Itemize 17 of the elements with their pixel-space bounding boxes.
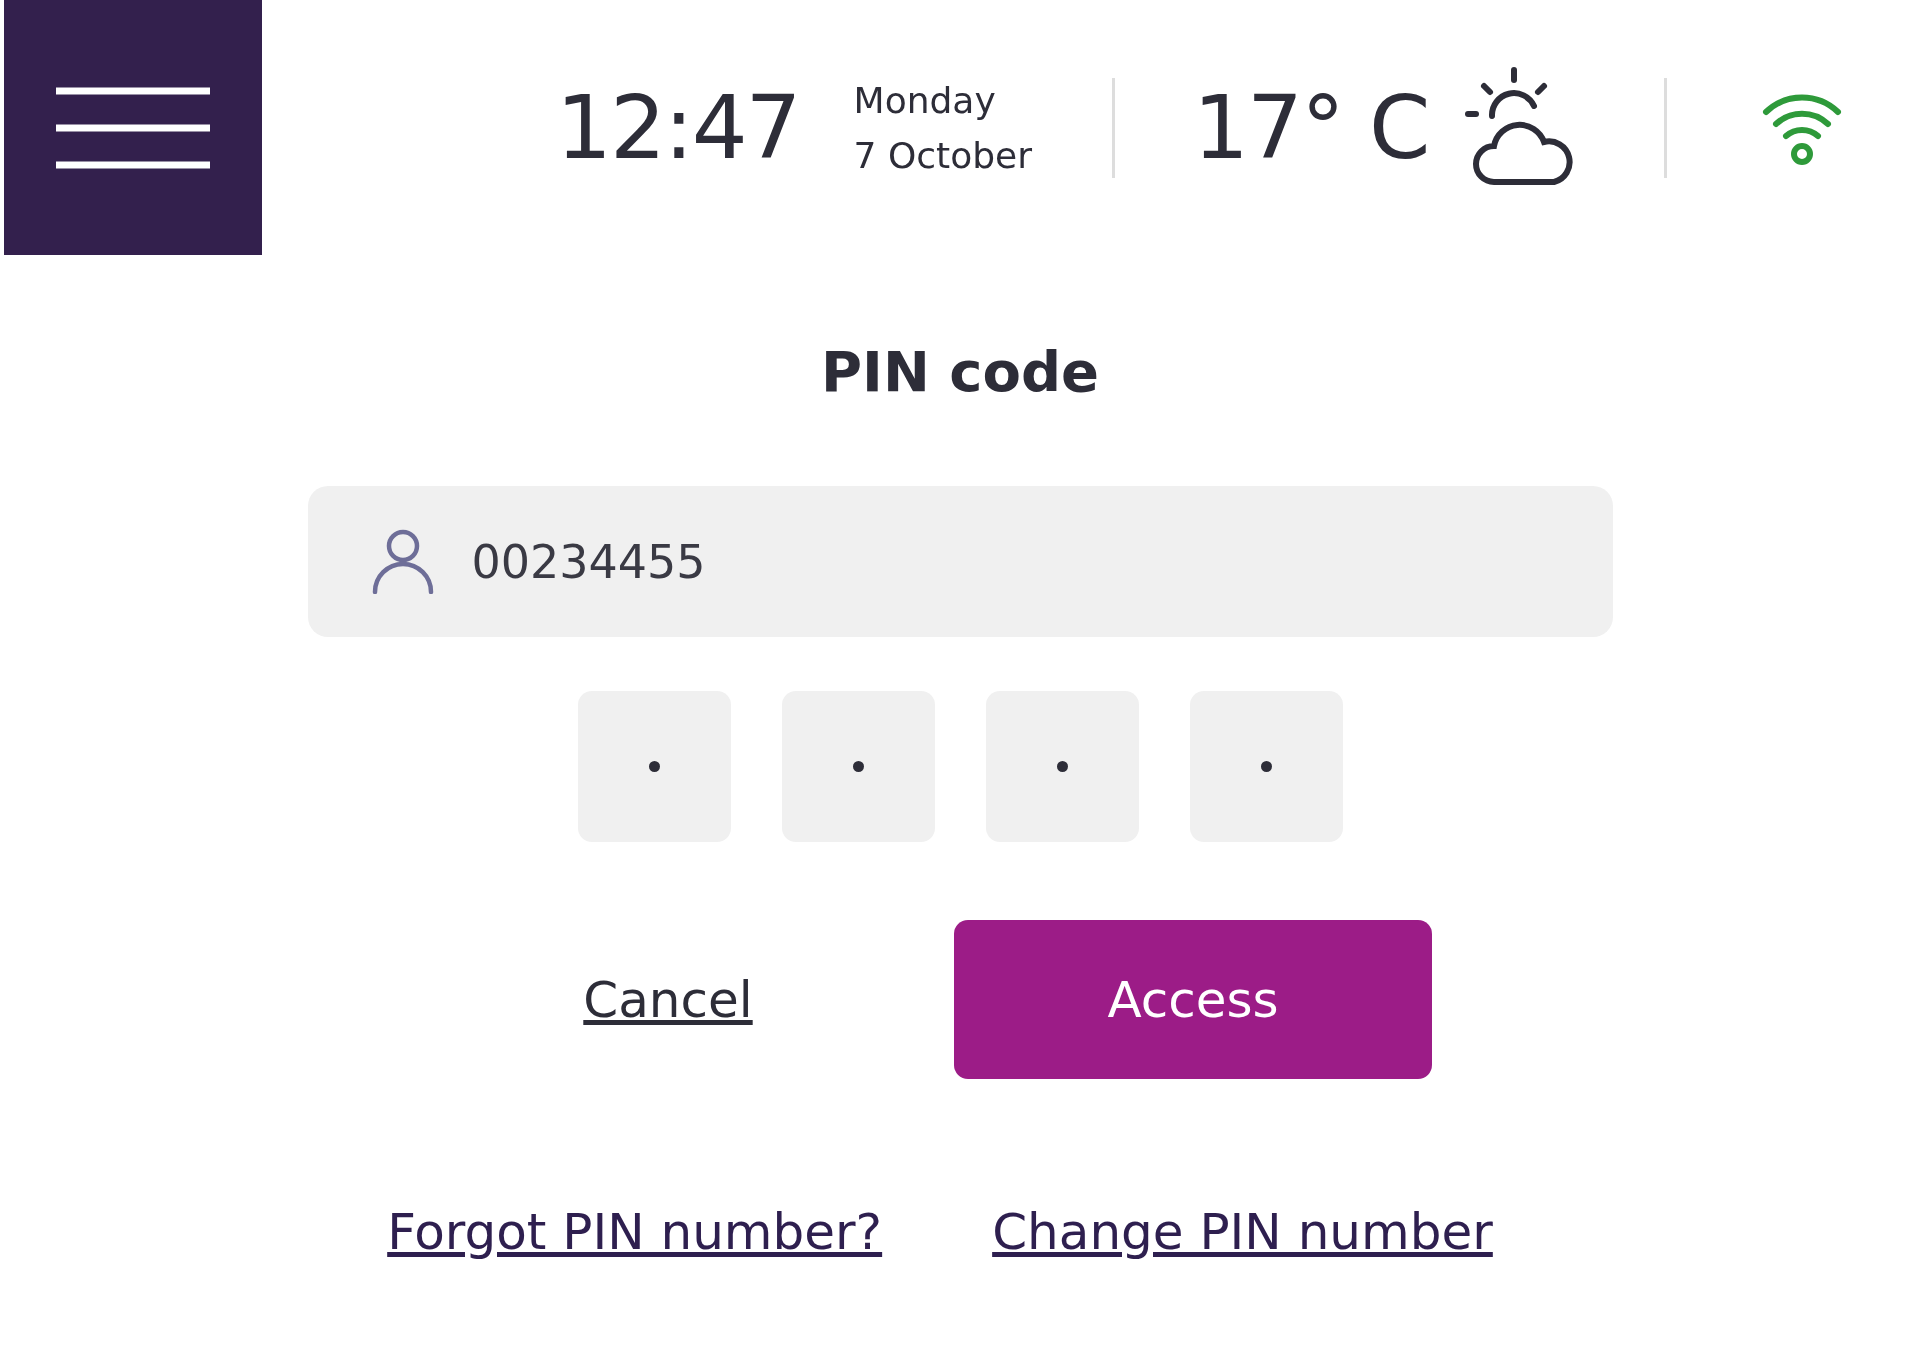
menu-button[interactable] (4, 0, 262, 255)
temperature: 17° C (1193, 76, 1429, 179)
pin-link[interactable]: Forgot PIN number? (387, 1203, 883, 1261)
pin-digit-field[interactable] (781, 691, 935, 842)
user-icon (371, 528, 434, 594)
pin-digit-field[interactable] (985, 691, 1139, 842)
user-id-field[interactable]: 00234455 (307, 486, 1613, 637)
pin-link[interactable]: Change PIN number (992, 1203, 1493, 1261)
page-title: PIN code (821, 339, 1099, 404)
cancel-link[interactable]: Cancel (448, 970, 888, 1029)
pin-digit-field[interactable] (1189, 691, 1343, 842)
date: 7 October (853, 134, 1033, 176)
access-button[interactable]: Access (954, 920, 1432, 1079)
pin-digit-field[interactable] (577, 691, 731, 842)
weekday: Monday (853, 79, 997, 121)
menu-icon (56, 86, 210, 169)
clock-time: 12:47 (556, 76, 800, 179)
